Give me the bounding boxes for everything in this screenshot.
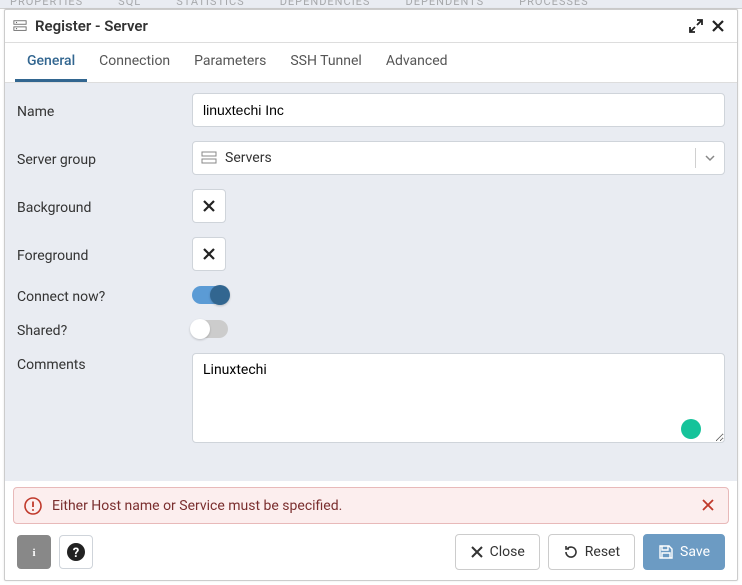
dialog-title: Register - Server (35, 17, 685, 35)
chevron-down-icon (695, 148, 716, 168)
alert-message: Either Host name or Service must be spec… (52, 498, 698, 514)
name-input[interactable] (192, 93, 725, 127)
close-icon (470, 545, 484, 559)
titlebar: Register - Server (5, 10, 737, 43)
comments-label: Comments (17, 353, 192, 373)
tab-general[interactable]: General (15, 43, 87, 82)
shared-toggle[interactable] (192, 320, 228, 338)
name-label: Name (17, 100, 192, 120)
register-server-dialog: Register - Server General Connection Par… (4, 9, 738, 581)
comments-textarea[interactable] (192, 353, 725, 443)
server-group-value: Servers (225, 150, 695, 166)
tab-parameters[interactable]: Parameters (182, 43, 278, 82)
background-label: Background (17, 196, 192, 216)
save-button[interactable]: Save (643, 534, 725, 570)
form-area: Name Server group Servers Backg (5, 83, 737, 481)
foreground-clear-button[interactable] (192, 237, 226, 271)
dialog-footer: i ? Close Reset Save (5, 524, 737, 580)
info-button[interactable]: i (17, 535, 51, 569)
reset-icon (563, 544, 579, 560)
tabbar: General Connection Parameters SSH Tunnel… (5, 43, 737, 83)
close-dialog-button[interactable] (707, 15, 729, 37)
info-icon: i (26, 544, 42, 560)
svg-text:i: i (32, 547, 35, 559)
server-group-select[interactable]: Servers (192, 141, 725, 175)
save-icon (658, 544, 674, 560)
connect-now-toggle[interactable] (192, 286, 228, 304)
tab-advanced[interactable]: Advanced (374, 43, 460, 82)
connect-now-label: Connect now? (17, 285, 192, 305)
shared-label: Shared? (17, 319, 192, 339)
grammarly-icon[interactable] (681, 419, 701, 439)
tab-ssh-tunnel[interactable]: SSH Tunnel (278, 43, 374, 82)
error-alert: Either Host name or Service must be spec… (13, 487, 729, 524)
reset-button[interactable]: Reset (548, 534, 635, 570)
close-button[interactable]: Close (455, 534, 540, 570)
server-icon (13, 19, 29, 33)
tab-connection[interactable]: Connection (87, 43, 182, 82)
x-icon (201, 198, 217, 214)
alert-icon (24, 497, 42, 515)
help-icon: ? (66, 542, 86, 562)
background-clear-button[interactable] (192, 189, 226, 223)
alert-close-button[interactable] (698, 496, 718, 515)
background-menu: Properties SQL Statistics Dependencies D… (0, 0, 742, 9)
svg-text:?: ? (73, 546, 79, 561)
server-group-icon (201, 150, 217, 166)
foreground-label: Foreground (17, 244, 192, 264)
maximize-button[interactable] (685, 15, 707, 37)
x-icon (201, 246, 217, 262)
help-button[interactable]: ? (59, 535, 93, 569)
server-group-label: Server group (17, 148, 192, 168)
